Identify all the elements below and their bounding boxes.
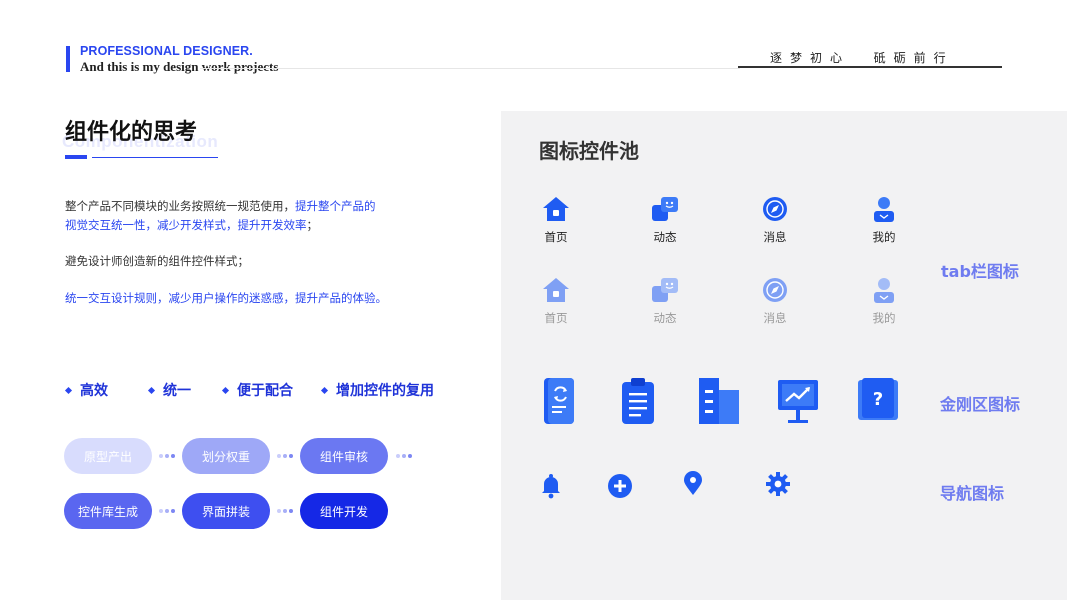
diamond-icon	[147, 386, 156, 394]
flow-dots	[159, 509, 175, 513]
location-pin-icon	[682, 471, 704, 497]
home-icon	[541, 276, 571, 304]
flow-step-assemble: 界面拼装	[182, 493, 270, 529]
icon-pool-panel	[501, 111, 1067, 600]
plus-circle-icon	[607, 473, 633, 499]
tab-label: 我的	[872, 230, 896, 244]
title-underline-thick	[65, 155, 87, 159]
header-accent-bar	[66, 46, 70, 72]
para1-highlight-b: 视觉交互统一性，减少开发样式，提升开发效率	[65, 218, 307, 232]
paragraph-2: 避免设计师创造新的组件控件样式；	[65, 254, 249, 268]
compass-icon	[760, 195, 790, 223]
icon-pool-title: 图标控件池	[539, 139, 639, 163]
user-icon	[869, 195, 899, 223]
section-title: 组件化的思考	[65, 120, 198, 145]
tab-item-feed-inactive: 动态	[635, 276, 695, 326]
tab-label: 动态	[653, 230, 677, 244]
bell-icon	[540, 473, 562, 499]
flow-dots	[277, 509, 293, 513]
chat-bubbles-icon	[650, 276, 680, 304]
svg-text:?: ?	[873, 389, 883, 410]
feature-label: 统一	[163, 383, 191, 399]
tab-item-message-active: 消息	[745, 195, 805, 245]
tab-item-feed-active: 动态	[635, 195, 695, 245]
tab-label: 动态	[653, 311, 677, 325]
tab-item-home-active: 首页	[526, 195, 586, 245]
tab-item-home-inactive: 首页	[526, 276, 586, 326]
nav-icons-label: 导航图标	[940, 484, 1005, 503]
flow-dots	[159, 454, 175, 458]
tab-item-message-inactive: 消息	[745, 276, 805, 326]
paragraph-3: 统一交互设计规则，减少用户操作的迷惑感，提升产品的体验。	[65, 291, 387, 305]
tab-icons-label: tab栏图标	[941, 262, 1019, 281]
flow-step-review: 组件审核	[300, 438, 388, 474]
feature-item-unified: 统一	[147, 380, 191, 400]
user-icon	[869, 276, 899, 304]
flow-step-weight: 划分权重	[182, 438, 270, 474]
feature-item-reuse: 增加控件的复用	[320, 380, 434, 400]
tab-label: 我的	[872, 311, 896, 325]
feature-label: 高效	[80, 383, 108, 399]
home-icon	[541, 195, 571, 223]
flow-dots	[396, 454, 412, 458]
presentation-chart-icon	[776, 376, 820, 426]
tab-label: 首页	[544, 230, 568, 244]
header-slogan: 逐梦初心 砥砺前行	[770, 51, 954, 65]
compass-icon	[760, 276, 790, 304]
tab-label: 消息	[763, 230, 787, 244]
phone-refresh-icon	[542, 376, 576, 426]
flow-step-prototype: 原型产出	[64, 438, 152, 474]
tab-label: 首页	[544, 311, 568, 325]
header-title: PROFESSIONAL DESIGNER.	[80, 44, 253, 58]
feature-label: 增加控件的复用	[336, 383, 434, 399]
feature-item-cooperation: 便于配合	[221, 380, 293, 400]
para1-text-end: ；	[306, 218, 319, 232]
diamond-icon	[221, 386, 230, 394]
tab-item-profile-active: 我的	[854, 195, 914, 245]
slogan-underline	[738, 66, 1002, 68]
tab-item-profile-inactive: 我的	[854, 276, 914, 326]
paragraph-1: 整个产品不同模块的业务按照统一规范使用，提升整个产品的 视觉交互统一性，减少开发…	[65, 197, 485, 235]
tab-label: 消息	[763, 311, 787, 325]
flow-dots	[277, 454, 293, 458]
para1-highlight-a: 提升整个产品的	[295, 199, 376, 213]
feature-item-efficient: 高效	[64, 380, 108, 400]
book-question-icon: ?	[856, 376, 900, 426]
diamond-icon	[64, 386, 73, 394]
feature-label: 便于配合	[237, 383, 293, 399]
gear-icon	[765, 471, 791, 497]
para1-text-a: 整个产品不同模块的业务按照统一规范使用，	[65, 199, 295, 213]
flow-step-library: 控件库生成	[64, 493, 152, 529]
kingkong-icons-label: 金刚区图标	[940, 395, 1021, 414]
header-subtitle: And this is my design work projects	[80, 59, 279, 74]
clipboard-icon	[620, 376, 656, 426]
buildings-icon	[697, 376, 741, 426]
chat-bubbles-icon	[650, 195, 680, 223]
header-divider	[200, 68, 740, 69]
title-underline-thin	[92, 157, 218, 158]
diamond-icon	[320, 386, 329, 394]
flow-step-develop: 组件开发	[300, 493, 388, 529]
